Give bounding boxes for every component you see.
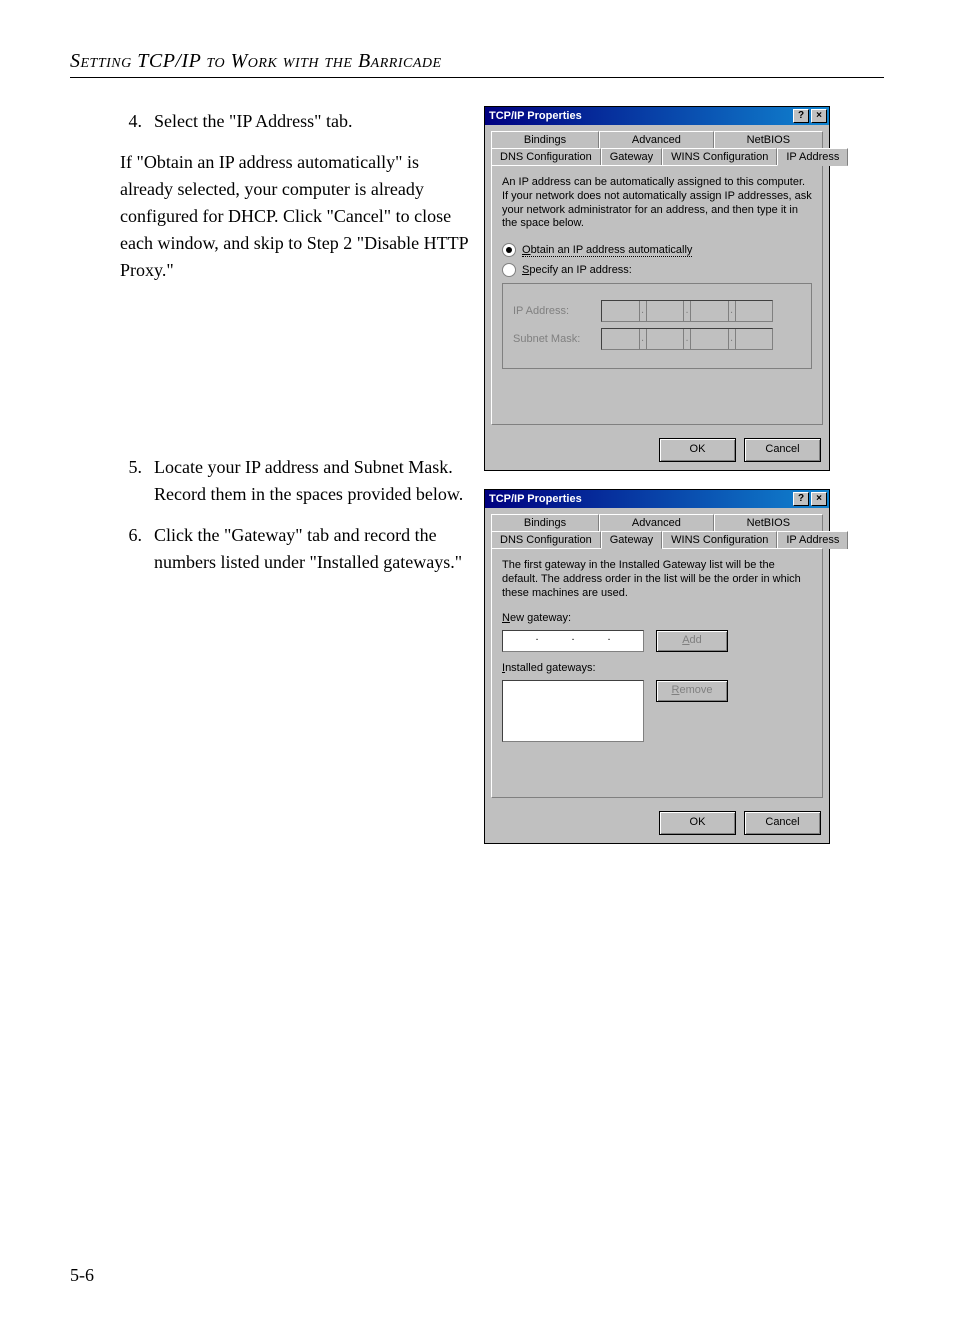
gateway-note: The first gateway in the Installed Gatew… [502, 559, 812, 600]
tab-bindings[interactable]: Bindings [491, 514, 599, 531]
step-text: Select the "IP Address" tab. [154, 108, 470, 135]
installed-gateways-label: Installed gateways: [502, 662, 812, 674]
help-button[interactable]: ? [793, 109, 809, 123]
tab-advanced[interactable]: Advanced [599, 131, 714, 148]
tcpip-properties-dialog-gateway: TCP/IP Properties ? × Bindings Advanced … [484, 489, 830, 844]
tab-dns[interactable]: DNS Configuration [491, 531, 601, 549]
step-number: 6. [120, 522, 142, 576]
ip-address-input: . . . [601, 300, 773, 322]
ip-note: An IP address can be automatically assig… [502, 176, 812, 231]
tab-wins[interactable]: WINS Configuration [662, 148, 777, 166]
ip-address-label: IP Address: [513, 305, 593, 317]
tab-ip-address[interactable]: IP Address [777, 531, 848, 549]
tab-panel: An IP address can be automatically assig… [491, 165, 823, 425]
tab-netbios[interactable]: NetBIOS [714, 131, 823, 148]
tab-panel: The first gateway in the Installed Gatew… [491, 548, 823, 798]
ok-button[interactable]: OK [659, 811, 736, 835]
tab-strip: Bindings Advanced NetBIOS DNS Configurat… [485, 508, 829, 549]
step-5: 5. Locate your IP address and Subnet Mas… [120, 454, 470, 508]
tab-ip-address[interactable]: IP Address [777, 148, 848, 166]
tab-advanced[interactable]: Advanced [599, 514, 714, 531]
step-4-paragraph: If "Obtain an IP address automatically" … [120, 149, 470, 284]
remove-button[interactable]: Remove [656, 680, 728, 702]
new-gateway-label: New gateway: [502, 612, 812, 624]
tab-netbios[interactable]: NetBIOS [714, 514, 823, 531]
tab-dns[interactable]: DNS Configuration [491, 148, 601, 166]
tcpip-properties-dialog-ip: TCP/IP Properties ? × Bindings Advanced … [484, 106, 830, 471]
step-6: 6. Click the "Gateway" tab and record th… [120, 522, 470, 576]
radio-obtain-auto[interactable]: OObtain an IP address automaticallybtain… [502, 243, 812, 257]
cancel-button[interactable]: Cancel [744, 438, 821, 462]
radio-label: OObtain an IP address automaticallybtain… [522, 244, 692, 257]
cancel-button[interactable]: Cancel [744, 811, 821, 835]
page-number: 5-6 [70, 1265, 94, 1286]
step-text: Locate your IP address and Subnet Mask. … [154, 454, 470, 508]
window-title: TCP/IP Properties [487, 110, 791, 122]
ok-button[interactable]: OK [659, 438, 736, 462]
close-button[interactable]: × [811, 109, 827, 123]
add-button[interactable]: Add [656, 630, 728, 652]
tab-strip: Bindings Advanced NetBIOS DNS Configurat… [485, 125, 829, 166]
specify-group: IP Address: . . . Subnet Mask: . [502, 283, 812, 369]
radio-icon [502, 243, 516, 257]
step-number: 5. [120, 454, 142, 508]
titlebar[interactable]: TCP/IP Properties ? × [485, 107, 829, 125]
tab-gateway[interactable]: Gateway [601, 148, 662, 166]
titlebar[interactable]: TCP/IP Properties ? × [485, 490, 829, 508]
tab-bindings[interactable]: Bindings [491, 131, 599, 148]
new-gateway-input[interactable]: . . . [502, 630, 644, 652]
tab-wins[interactable]: WINS Configuration [662, 531, 777, 549]
step-number: 4. [120, 108, 142, 135]
help-button[interactable]: ? [793, 492, 809, 506]
subnet-mask-input: . . . [601, 328, 773, 350]
window-title: TCP/IP Properties [487, 493, 791, 505]
step-text: Click the "Gateway" tab and record the n… [154, 522, 470, 576]
radio-label: Specify an IP address: [522, 264, 632, 276]
divider [70, 77, 884, 78]
subnet-mask-label: Subnet Mask: [513, 333, 593, 345]
close-button[interactable]: × [811, 492, 827, 506]
step-4: 4. Select the "IP Address" tab. [120, 108, 470, 135]
radio-specify[interactable]: Specify an IP address: [502, 263, 812, 277]
radio-icon [502, 263, 516, 277]
section-header: Setting TCP/IP to Work with the Barricad… [70, 50, 884, 73]
installed-gateways-list[interactable] [502, 680, 644, 742]
tab-gateway[interactable]: Gateway [601, 531, 662, 549]
